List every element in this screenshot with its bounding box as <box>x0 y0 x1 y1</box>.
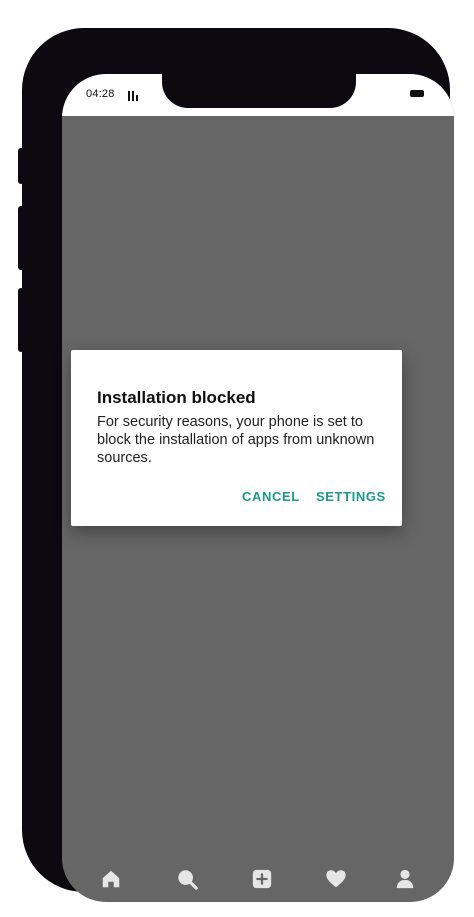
dialog-title: Installation blocked <box>97 388 256 407</box>
notch <box>162 74 356 108</box>
home-icon[interactable] <box>100 868 122 890</box>
battery-icon <box>410 90 424 97</box>
heart-icon[interactable] <box>325 868 347 890</box>
profile-icon[interactable] <box>394 868 416 890</box>
bottom-navigation <box>62 862 454 902</box>
installation-blocked-dialog: Installation blocked For security reason… <box>71 350 402 526</box>
status-time: 04:28 <box>86 88 115 100</box>
add-icon[interactable] <box>251 868 273 890</box>
dialog-message: For security reasons, your phone is set … <box>97 414 375 466</box>
status-bar: 04:28 <box>62 74 454 116</box>
signal-icon <box>128 89 144 101</box>
cancel-button[interactable]: CANCEL <box>242 489 300 504</box>
search-icon[interactable] <box>176 868 198 890</box>
settings-button[interactable]: SETTINGS <box>316 489 386 504</box>
